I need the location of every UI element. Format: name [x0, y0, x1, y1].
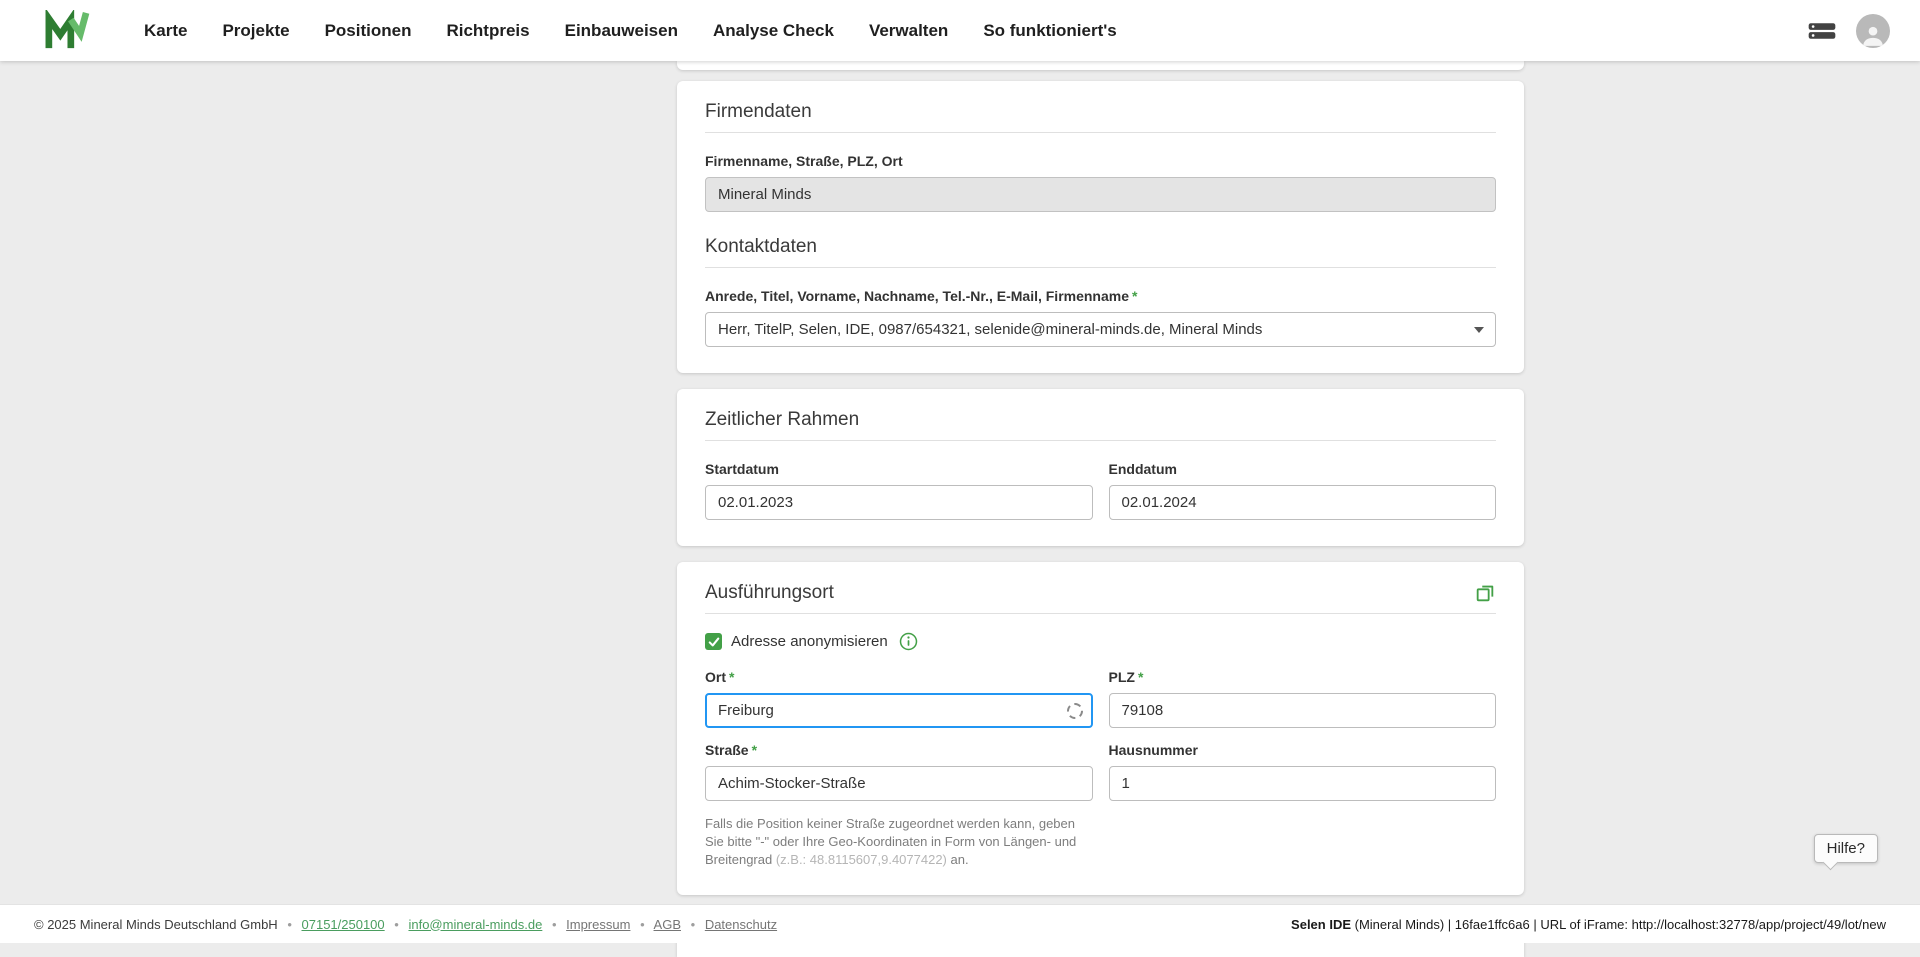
top-navigation-bar: Karte Projekte Positionen Richtpreis Ein… — [0, 0, 1920, 61]
card-partial-top — [677, 61, 1524, 70]
nav-item-verwalten[interactable]: Verwalten — [869, 21, 948, 41]
card-firmendaten: Firmendaten Firmenname, Straße, PLZ, Ort… — [677, 81, 1524, 373]
footer-link-phone[interactable]: 07151/250100 — [302, 917, 385, 932]
footer-link-impressum[interactable]: Impressum — [566, 917, 630, 932]
hausnummer-cell: Hausnummer — [1109, 728, 1497, 801]
server-icon[interactable] — [1808, 21, 1836, 41]
required-marker: * — [752, 742, 757, 758]
ort-label: Ort* — [705, 669, 1093, 685]
nav-item-richtpreis[interactable]: Richtpreis — [446, 21, 529, 41]
divider — [705, 267, 1496, 268]
ort-input[interactable] — [705, 693, 1093, 728]
startdatum-input[interactable] — [705, 485, 1093, 520]
main-menu: Karte Projekte Positionen Richtpreis Ein… — [144, 21, 1117, 41]
footer-link-datenschutz[interactable]: Datenschutz — [705, 917, 777, 932]
footer-debug-info: Selen IDE (Mineral Minds) | 16fae1ffc6a6… — [1291, 917, 1886, 932]
footer-link-agb[interactable]: AGB — [654, 917, 681, 932]
footer-app-name: Selen IDE — [1291, 917, 1351, 932]
footer-link-email[interactable]: info@mineral-minds.de — [408, 917, 542, 932]
section-title-firmendaten: Firmendaten — [705, 101, 1496, 123]
nav-item-analyse-check[interactable]: Analyse Check — [713, 21, 834, 41]
kontakt-select[interactable]: Herr, TitelP, Selen, IDE, 0987/654321, s… — [705, 312, 1496, 347]
strasse-hint-text: Falls die Position keiner Straße zugeord… — [705, 815, 1093, 869]
copyright-text: © 2025 Mineral Minds Deutschland GmbH — [34, 917, 278, 932]
plz-cell: PLZ* — [1109, 651, 1497, 728]
required-marker: * — [1132, 288, 1137, 304]
dropdown-caret-icon — [1474, 327, 1484, 333]
nav-item-einbauweisen[interactable]: Einbauweisen — [565, 21, 678, 41]
kontakt-label: Anrede, Titel, Vorname, Nachname, Tel.-N… — [705, 288, 1496, 304]
section-title-zeitlicher-rahmen: Zeitlicher Rahmen — [705, 409, 1496, 431]
ort-cell: Ort* — [705, 651, 1093, 728]
hausnummer-label: Hausnummer — [1109, 742, 1497, 758]
nav-item-projekte[interactable]: Projekte — [222, 21, 289, 41]
nav-item-karte[interactable]: Karte — [144, 21, 187, 41]
plz-input[interactable] — [1109, 693, 1497, 728]
loading-spinner — [1067, 703, 1083, 719]
footer-bar: © 2025 Mineral Minds Deutschland GmbH • … — [0, 904, 1920, 943]
strasse-input[interactable] — [705, 766, 1093, 801]
anonymisieren-checkbox[interactable] — [705, 633, 722, 650]
section-title-kontaktdaten: Kontaktdaten — [705, 236, 1496, 258]
section-title-ausfuehrungsort: Ausführungsort — [705, 582, 834, 604]
nav-item-positionen[interactable]: Positionen — [325, 21, 412, 41]
divider — [705, 132, 1496, 133]
startdatum-cell: Startdatum — [705, 441, 1093, 520]
help-button[interactable]: Hilfe? — [1814, 834, 1878, 863]
card-zeitlicher-rahmen: Zeitlicher Rahmen Startdatum Enddatum — [677, 389, 1524, 546]
divider — [705, 613, 1496, 614]
startdatum-label: Startdatum — [705, 461, 1093, 477]
strasse-cell: Straße* — [705, 728, 1093, 801]
firmenname-label: Firmenname, Straße, PLZ, Ort — [705, 153, 1496, 169]
card-ausfuehrungsort: Ausführungsort Adresse anonymisieren — [677, 562, 1524, 895]
hausnummer-input[interactable] — [1109, 766, 1497, 801]
user-avatar-icon[interactable] — [1856, 14, 1890, 48]
required-marker: * — [1138, 669, 1143, 685]
enddatum-cell: Enddatum — [1109, 441, 1497, 520]
footer-left: © 2025 Mineral Minds Deutschland GmbH • … — [34, 917, 777, 932]
mineral-minds-logo[interactable] — [44, 10, 90, 52]
form-content-column: Firmendaten Firmenname, Straße, PLZ, Ort… — [677, 61, 1524, 957]
firmenname-field — [705, 177, 1496, 212]
checkmark-icon — [708, 636, 720, 648]
kontakt-select-value: Herr, TitelP, Selen, IDE, 0987/654321, s… — [718, 321, 1262, 338]
enddatum-input[interactable] — [1109, 485, 1497, 520]
enddatum-label: Enddatum — [1109, 461, 1497, 477]
nav-right-icons — [1808, 14, 1890, 48]
plz-label: PLZ* — [1109, 669, 1497, 685]
nav-item-so-funktionierts[interactable]: So funktioniert's — [983, 21, 1116, 41]
info-icon[interactable] — [899, 632, 918, 651]
required-marker: * — [729, 669, 734, 685]
copy-icon[interactable] — [1474, 582, 1496, 604]
strasse-label: Straße* — [705, 742, 1093, 758]
anonymisieren-label: Adresse anonymisieren — [731, 633, 888, 650]
